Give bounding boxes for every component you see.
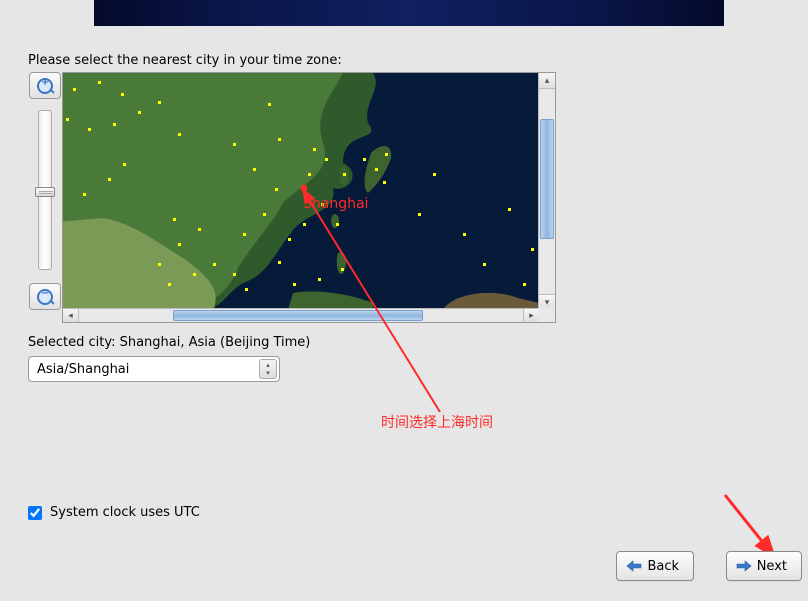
timezone-select[interactable]: Asia/Shanghai ▴▾ xyxy=(28,356,280,382)
header-banner xyxy=(94,0,724,26)
zoom-in-icon: + xyxy=(37,78,53,94)
prompt-text: Please select the nearest city in your t… xyxy=(28,53,342,68)
utc-checkbox[interactable] xyxy=(28,506,42,520)
back-button[interactable]: Back xyxy=(616,551,694,581)
back-button-label: Back xyxy=(647,559,679,574)
zoom-out-button[interactable]: − xyxy=(29,283,61,310)
zoom-in-button[interactable]: + xyxy=(29,72,61,99)
annotation-city-label: Shanghai xyxy=(303,196,368,212)
horizontal-scroll-thumb[interactable] xyxy=(173,310,423,321)
timezone-value: Asia/Shanghai xyxy=(37,362,129,377)
scroll-up-icon[interactable]: ▴ xyxy=(539,73,555,89)
map-vertical-scrollbar[interactable]: ▴ ▾ xyxy=(538,73,555,310)
utc-checkbox-label: System clock uses UTC xyxy=(50,505,200,520)
next-button-label: Next xyxy=(757,559,787,574)
dropdown-spinner-icon[interactable]: ▴▾ xyxy=(259,359,277,379)
zoom-slider-handle[interactable] xyxy=(35,187,55,197)
utc-checkbox-row[interactable]: System clock uses UTC xyxy=(28,505,200,520)
scrollbar-corner xyxy=(538,308,555,322)
map-horizontal-scrollbar[interactable]: ◂ ▸ xyxy=(63,308,539,322)
zoom-out-icon: − xyxy=(37,289,53,305)
vertical-scroll-thumb[interactable] xyxy=(540,119,554,239)
map-canvas[interactable] xyxy=(63,73,539,310)
zoom-slider[interactable] xyxy=(38,110,52,270)
selected-city-label: Selected city: Shanghai, Asia (Beijing T… xyxy=(28,335,310,350)
annotation-arrow-next xyxy=(720,490,780,560)
arrow-right-icon xyxy=(735,559,753,573)
arrow-left-icon xyxy=(625,559,643,573)
scroll-left-icon[interactable]: ◂ xyxy=(63,309,79,322)
world-map-svg xyxy=(63,73,539,310)
annotation-marker xyxy=(301,185,307,191)
next-button[interactable]: Next xyxy=(726,551,802,581)
scroll-right-icon[interactable]: ▸ xyxy=(523,309,539,322)
annotation-note: 时间选择上海时间 xyxy=(381,412,493,432)
